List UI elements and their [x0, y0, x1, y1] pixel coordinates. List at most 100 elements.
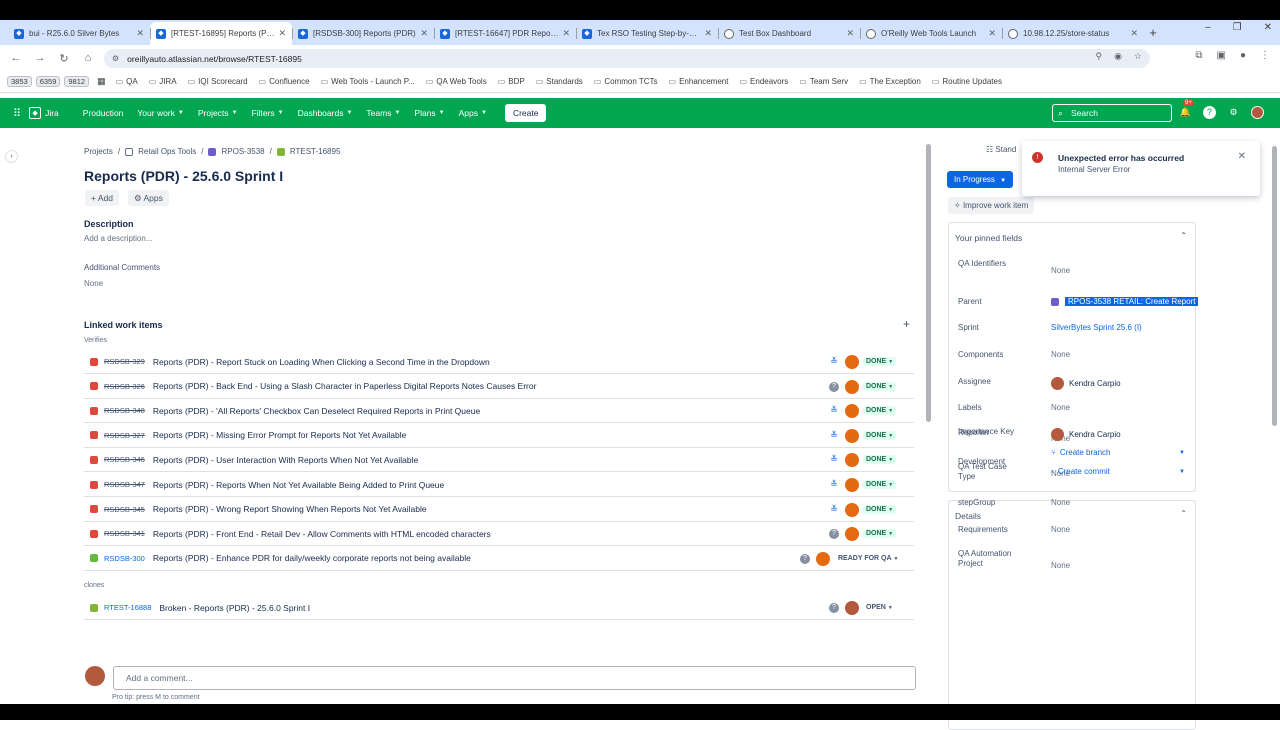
create-commit-link[interactable]: ◦ Create commit ▼: [1051, 467, 1185, 476]
add-button[interactable]: + Add: [85, 190, 119, 206]
apps-grid-icon[interactable]: ▦: [97, 76, 106, 87]
close-tab-icon[interactable]: ✕: [278, 28, 286, 39]
bookmark-item[interactable]: ▭ The Exception: [859, 77, 921, 86]
field-value[interactable]: None: [1051, 561, 1070, 570]
zoom-icon[interactable]: ⚲: [1095, 51, 1102, 62]
linked-item-summary[interactable]: Reports (PDR) - Reports When Not Yet Ava…: [153, 480, 914, 490]
close-tab-icon[interactable]: ✕: [420, 28, 428, 39]
bookmark-item[interactable]: ▭ BDP: [498, 77, 525, 86]
nav-plans[interactable]: Plans ▼: [414, 108, 444, 118]
linked-item-key[interactable]: RTEST-16888: [104, 603, 151, 612]
linked-item-row[interactable]: RSDSB-300 Reports (PDR) - Enhance PDR for…: [84, 547, 914, 571]
avatar[interactable]: [845, 355, 859, 369]
standard-view-button[interactable]: ☷ Stand: [986, 145, 1016, 154]
nav-apps[interactable]: Apps ▼: [459, 108, 487, 118]
bookmark-item[interactable]: ▭ QA Web Tools: [426, 77, 487, 86]
eye-off-icon[interactable]: ◉: [1114, 51, 1122, 62]
collapse-details-icon[interactable]: ⌃: [1180, 509, 1187, 518]
linked-item-summary[interactable]: Reports (PDR) - Back End - Using a Slash…: [153, 381, 914, 391]
add-link-icon[interactable]: +: [903, 317, 910, 331]
status-lozenge[interactable]: OPEN ▼: [863, 603, 896, 612]
bookmark-item[interactable]: ▭ Web Tools - Launch P...: [321, 77, 415, 86]
extensions-icon[interactable]: ⧉: [1195, 50, 1202, 61]
linked-item-summary[interactable]: Reports (PDR) - 'All Reports' Checkbox C…: [153, 406, 914, 416]
avatar[interactable]: [1251, 106, 1264, 119]
bookmark-item[interactable]: ▭ Team Serv: [799, 77, 848, 86]
breadcrumb-project[interactable]: Retail Ops Tools: [138, 147, 196, 156]
linked-item-row[interactable]: RTEST-16888 Broken - Reports (PDR) - 25.6…: [84, 596, 914, 620]
profile-icon[interactable]: ●: [1240, 50, 1246, 61]
bookmark-item[interactable]: ▭ Common TCTs: [594, 77, 658, 86]
page-scrollbar[interactable]: [1270, 128, 1278, 708]
bookmark-item[interactable]: ▭ Endeavors: [739, 77, 788, 86]
status-lozenge[interactable]: DONE ▼: [863, 381, 897, 391]
nav-filters[interactable]: Filters ▼: [252, 108, 284, 118]
avatar[interactable]: [845, 478, 859, 492]
help-icon[interactable]: ?: [1203, 106, 1216, 119]
field-value[interactable]: None: [1051, 350, 1070, 359]
project-switcher[interactable]: Production: [83, 108, 124, 118]
linked-item-key[interactable]: RSDSB-300: [104, 554, 145, 563]
new-tab-button[interactable]: +: [1144, 22, 1162, 45]
close-tab-icon[interactable]: ✕: [846, 28, 854, 39]
avatar[interactable]: [845, 379, 859, 394]
linked-item-row[interactable]: RSDSB-326 Reports (PDR) - Back End - Usin…: [84, 375, 914, 399]
linked-item-key[interactable]: RSDSB-346: [104, 455, 145, 464]
status-lozenge[interactable]: DONE ▼: [863, 529, 897, 539]
bookmark-item[interactable]: ▭ Enhancement: [669, 77, 729, 86]
bookmark-number[interactable]: 3853: [7, 76, 32, 87]
linked-item-row[interactable]: RSDSB-345 Reports (PDR) - Wrong Report Sh…: [84, 498, 914, 522]
avatar[interactable]: [845, 502, 859, 517]
status-lozenge[interactable]: DONE ▼: [863, 480, 897, 489]
status-lozenge[interactable]: DONE ▼: [863, 455, 897, 465]
field-value[interactable]: RPOS-3538 RETAIL: Create Report: [1051, 297, 1199, 306]
breadcrumb-projects[interactable]: Projects: [84, 147, 113, 156]
tab-0[interactable]: ◆ bui - R25.6.0 Silver Bytes ✕: [8, 22, 150, 45]
star-icon[interactable]: ☆: [1134, 51, 1142, 62]
avatar[interactable]: [816, 551, 830, 566]
linked-item-key[interactable]: RSDSB-345: [104, 505, 145, 514]
collapse-icon[interactable]: ⌃: [1180, 231, 1187, 240]
close-tab-icon[interactable]: ✕: [1130, 28, 1138, 39]
expand-sidebar-icon[interactable]: ›: [5, 150, 18, 163]
apps-button[interactable]: ⚙ Apps: [128, 190, 169, 206]
page-title[interactable]: Reports (PDR) - 25.6.0 Sprint I: [84, 168, 283, 184]
close-tab-icon[interactable]: ✕: [988, 28, 996, 39]
status-button[interactable]: In Progress ▼: [947, 171, 1014, 188]
field-value[interactable]: None: [1051, 525, 1070, 534]
bookmark-item[interactable]: ▭ Standards: [536, 77, 583, 86]
linked-item-summary[interactable]: Reports (PDR) - Missing Error Prompt for…: [153, 430, 914, 440]
avatar[interactable]: [845, 404, 859, 419]
status-lozenge[interactable]: DONE ▼: [863, 504, 897, 514]
tab-7[interactable]: 10.98.12.25/store-status ✕: [1002, 22, 1144, 45]
description-field[interactable]: Add a description...: [84, 234, 152, 243]
field-value[interactable]: None: [1051, 498, 1070, 507]
bookmark-item[interactable]: ▭ Confluence: [259, 77, 310, 86]
linked-item-row[interactable]: RSDSB-346 Reports (PDR) - User Interactio…: [84, 448, 914, 473]
breadcrumb-parent[interactable]: RPOS-3538: [221, 147, 264, 156]
main-scrollbar[interactable]: [924, 132, 932, 700]
linked-item-key[interactable]: RSDSB-348: [104, 406, 145, 415]
site-info-icon[interactable]: ⚙: [112, 54, 119, 63]
home-icon[interactable]: ⌂: [76, 52, 100, 64]
linked-item-row[interactable]: RSDSB-327 Reports (PDR) - Missing Error P…: [84, 424, 914, 448]
app-switcher-icon[interactable]: ⠿: [13, 107, 21, 120]
linked-item-key[interactable]: RSDSB-327: [104, 431, 145, 440]
nav-your-work[interactable]: Your work ▼: [137, 108, 183, 118]
bookmark-item[interactable]: ▭ JIRA: [149, 77, 177, 86]
create-branch-link[interactable]: ⑂ Create branch ▼: [1051, 448, 1185, 457]
jira-logo[interactable]: ⠿ ◆ Jira: [13, 107, 59, 120]
linked-item-row[interactable]: RSDSB-341 Reports (PDR) - Front End - Ret…: [84, 522, 914, 547]
bookmark-item[interactable]: ▭ Routine Updates: [932, 77, 1002, 86]
linked-item-key[interactable]: RSDSB-329: [104, 357, 145, 366]
linked-item-row[interactable]: RSDSB-329 Reports (PDR) - Report Stuck on…: [84, 350, 914, 374]
tab-3[interactable]: ◆ [RTEST-16647] PDR Reports ✕: [434, 22, 576, 45]
linked-item-row[interactable]: RSDSB-347 Reports (PDR) - Reports When No…: [84, 473, 914, 497]
tab-4[interactable]: ◆ Tex RSO Testing Step-by-Step ✕: [576, 22, 718, 45]
linked-item-summary[interactable]: Reports (PDR) - Report Stuck on Loading …: [153, 357, 914, 367]
chevron-down-icon[interactable]: ▼: [1179, 469, 1185, 475]
comment-input[interactable]: Add a comment...: [113, 666, 916, 690]
tab-1[interactable]: ◆ [RTEST-16895] Reports (PDR) ✕: [150, 22, 292, 45]
details-label[interactable]: Details: [955, 511, 981, 521]
bookmark-item[interactable]: ▭ QA: [116, 77, 138, 86]
